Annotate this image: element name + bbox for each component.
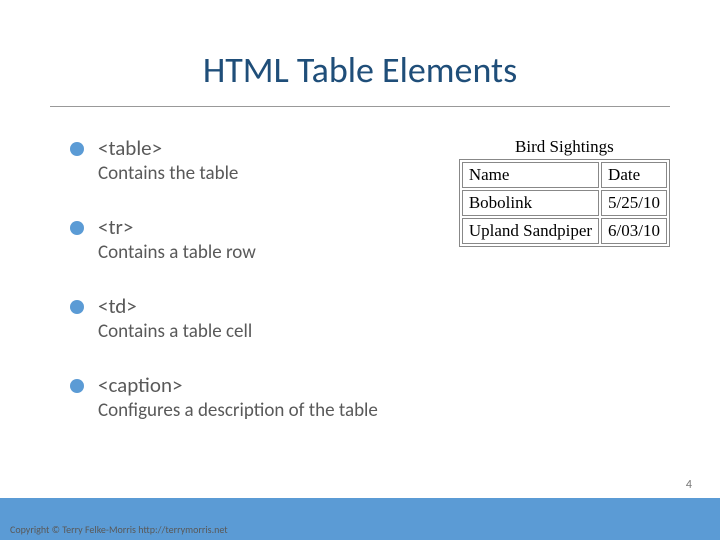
table-cell-header: Date <box>601 162 667 188</box>
bullet-icon <box>70 221 84 235</box>
bullet-text: <caption> Configures a description of th… <box>98 372 378 423</box>
table-cell: Bobolink <box>462 190 599 216</box>
bullet-text: <table> Contains the table <box>98 135 238 186</box>
element-name: <caption> <box>98 372 378 399</box>
element-desc: Contains a table row <box>98 241 256 265</box>
bullet-item-td: <td> Contains a table cell <box>70 293 449 344</box>
table-row: Upland Sandpiper 6/03/10 <box>462 218 667 244</box>
table-cell-header: Name <box>462 162 599 188</box>
bullet-item-tr: <tr> Contains a table row <box>70 214 449 265</box>
sample-table: Name Date Bobolink 5/25/10 Upland Sandpi… <box>459 159 670 247</box>
sample-table-area: Bird Sightings Name Date Bobolink 5/25/1… <box>449 135 670 451</box>
slide-title: HTML Table Elements <box>0 0 720 106</box>
bullet-icon <box>70 379 84 393</box>
table-row: Name Date <box>462 162 667 188</box>
bullet-item-caption: <caption> Configures a description of th… <box>70 372 449 423</box>
bullet-item-table: <table> Contains the table <box>70 135 449 186</box>
slide: HTML Table Elements <table> Contains the… <box>0 0 720 540</box>
bullet-icon <box>70 142 84 156</box>
table-cell: 5/25/10 <box>601 190 667 216</box>
element-desc: Contains the table <box>98 162 238 186</box>
bullet-list: <table> Contains the table <tr> Contains… <box>70 135 449 451</box>
element-name: <td> <box>98 293 252 320</box>
table-cell: 6/03/10 <box>601 218 667 244</box>
element-desc: Configures a description of the table <box>98 399 378 423</box>
sample-table-caption: Bird Sightings <box>459 137 670 157</box>
copyright-text: Copyright © Terry Felke-Morris http://te… <box>10 523 228 536</box>
bullet-icon <box>70 300 84 314</box>
bullet-text: <td> Contains a table cell <box>98 293 252 344</box>
element-desc: Contains a table cell <box>98 320 252 344</box>
table-cell: Upland Sandpiper <box>462 218 599 244</box>
slide-number: 4 <box>686 478 692 492</box>
content-area: <table> Contains the table <tr> Contains… <box>0 107 720 451</box>
element-name: <tr> <box>98 214 256 241</box>
table-row: Bobolink 5/25/10 <box>462 190 667 216</box>
element-name: <table> <box>98 135 238 162</box>
bullet-text: <tr> Contains a table row <box>98 214 256 265</box>
